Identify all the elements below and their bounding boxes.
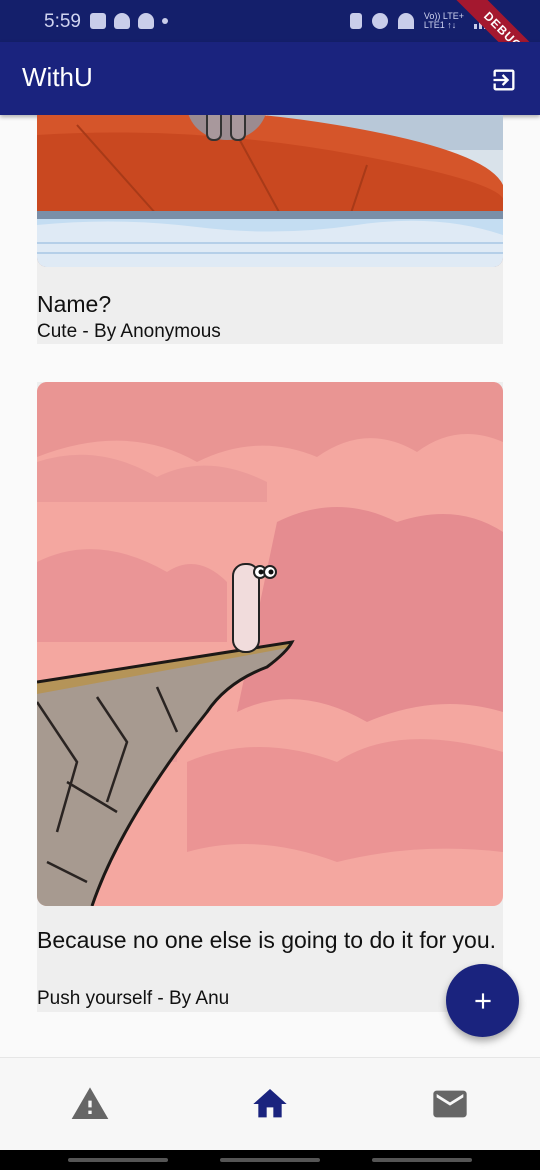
- post-title: Name?: [37, 291, 112, 317]
- logout-icon[interactable]: [490, 66, 518, 94]
- post-title: Because no one else is going to do it fo…: [37, 927, 497, 953]
- status-bar: 5:59 Vo)) LTE+ LTE1 ↑↓: [0, 0, 540, 42]
- system-nav-handle: [372, 1158, 472, 1162]
- add-post-button[interactable]: [446, 964, 519, 1037]
- plus-icon: [474, 992, 491, 1009]
- system-navigation-bar: [0, 1150, 540, 1170]
- warning-icon[interactable]: [70, 1084, 110, 1124]
- post-subtitle: Cute - By Anonymous: [37, 321, 221, 342]
- ghost-icon: [138, 13, 154, 29]
- network-type: Vo)) LTE+ LTE1 ↑↓: [424, 12, 464, 30]
- more-notifications-icon: [162, 18, 168, 24]
- post-subtitle: Push yourself - By Anu: [37, 988, 230, 1009]
- post-card[interactable]: Name? Cute - By Anonymous: [37, 115, 503, 344]
- app-bar: WithU: [0, 42, 540, 115]
- ghost-icon: [114, 13, 130, 29]
- app-title: WithU: [22, 62, 93, 92]
- battery-saver-icon: [349, 13, 362, 29]
- system-nav-handle: [68, 1158, 168, 1162]
- status-time: 5:59: [44, 11, 81, 32]
- mail-icon[interactable]: [430, 1084, 470, 1124]
- notification-icons: [90, 13, 168, 29]
- alarm-icon: [371, 13, 388, 29]
- home-icon[interactable]: [250, 1084, 290, 1124]
- post-card[interactable]: Because no one else is going to do it fo…: [37, 382, 503, 1012]
- post-feed[interactable]: Name? Cute - By Anonymous Because no one…: [0, 115, 540, 1057]
- gallery-icon: [90, 13, 106, 29]
- hotspot-icon: [397, 13, 414, 29]
- system-nav-handle: [220, 1158, 320, 1162]
- post-image: [37, 115, 503, 267]
- post-image: [37, 382, 503, 906]
- network-line-2: LTE1 ↑↓: [423, 20, 457, 30]
- bottom-navigation: [0, 1057, 540, 1150]
